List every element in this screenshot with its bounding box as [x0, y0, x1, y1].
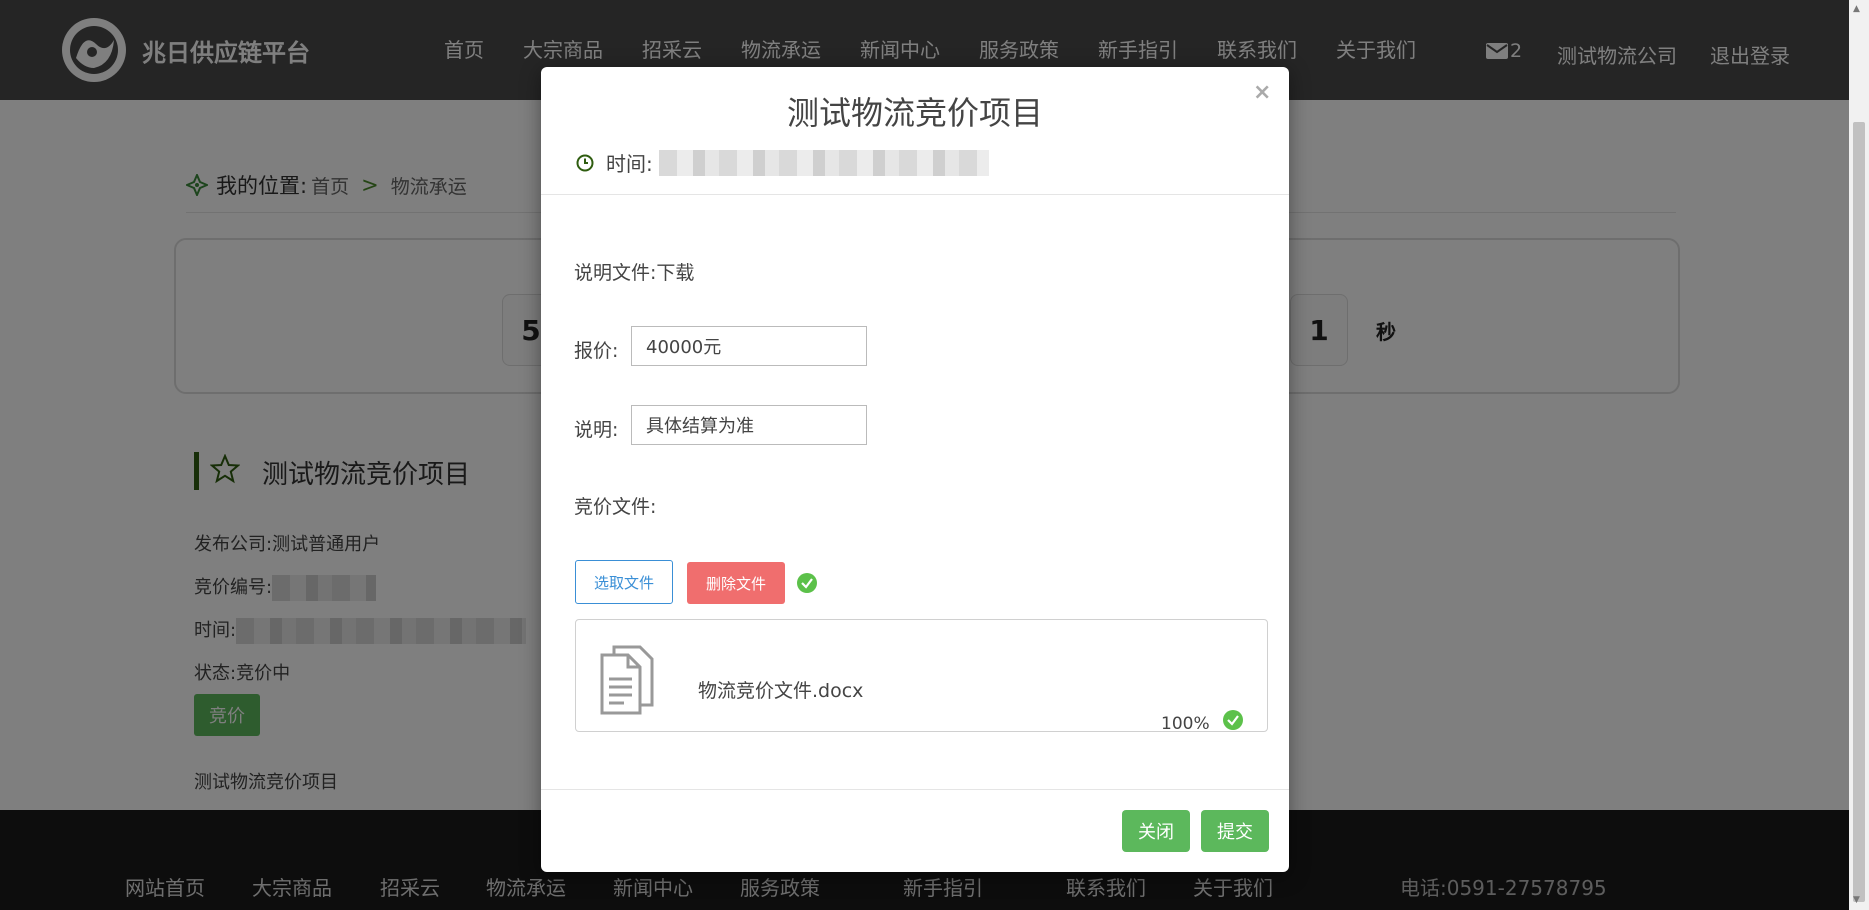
scroll-down-arrow-icon[interactable]: ▼: [1853, 895, 1860, 905]
modal-title: 测试物流竞价项目: [786, 94, 1043, 132]
bid-file-label: 竞价文件:: [574, 496, 657, 518]
upload-progress: 100%: [1161, 714, 1210, 734]
pick-file-button[interactable]: 选取文件: [575, 560, 673, 604]
doc-row: 说明文件:下载: [574, 258, 694, 285]
upload-complete-icon: [1223, 710, 1243, 730]
modal-time-label: 时间:: [606, 152, 653, 176]
note-input[interactable]: 具体结算为准: [631, 405, 867, 445]
price-label: 报价:: [574, 340, 619, 362]
scroll-thumb[interactable]: [1853, 122, 1865, 902]
scroll-up-arrow-icon[interactable]: ▲: [1853, 4, 1860, 14]
close-button[interactable]: 关闭: [1122, 810, 1190, 852]
delete-file-button[interactable]: 删除文件: [687, 562, 785, 604]
modal-footer-divider: [541, 789, 1289, 790]
note-label: 说明:: [574, 419, 619, 441]
doc-download-link[interactable]: 下载: [656, 262, 694, 284]
bid-modal: [541, 67, 1289, 872]
modal-header-divider: [541, 194, 1289, 195]
check-circle-icon: [797, 573, 817, 593]
submit-button[interactable]: 提交: [1201, 810, 1269, 852]
price-input[interactable]: 40000元: [631, 326, 867, 366]
document-icon: [600, 645, 654, 715]
clock-icon: [576, 154, 594, 171]
doc-label: 说明文件:: [574, 262, 657, 284]
modal-time-row: 时间:: [576, 148, 989, 177]
modal-time-value-redacted: [658, 149, 989, 176]
file-name: 物流竞价文件.docx: [698, 680, 864, 702]
